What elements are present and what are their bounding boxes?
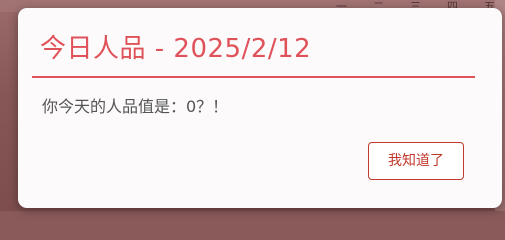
title-divider bbox=[32, 76, 475, 78]
dialog-title: 今日人品 - 2025/2/12 bbox=[40, 34, 312, 64]
dialog-message: 你今天的人品值是：0？！ bbox=[42, 97, 229, 116]
acknowledge-button[interactable]: 我知道了 bbox=[368, 142, 464, 180]
fortune-dialog: 今日人品 - 2025/2/12 你今天的人品值是：0？！ 我知道了 bbox=[18, 8, 502, 208]
